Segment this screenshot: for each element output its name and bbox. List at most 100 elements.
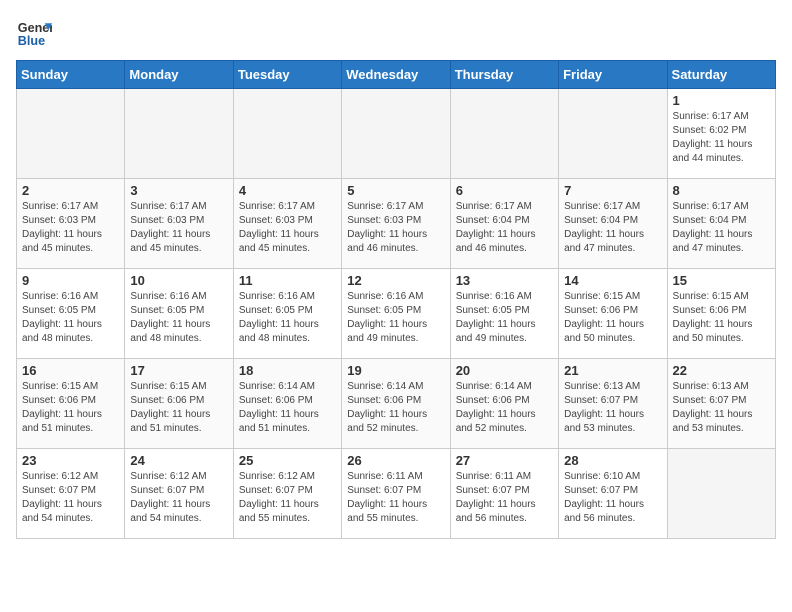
- calendar-table: SundayMondayTuesdayWednesdayThursdayFrid…: [16, 60, 776, 539]
- calendar-cell: 2 Sunrise: 6:17 AM Sunset: 6:03 PM Daylig…: [17, 179, 125, 269]
- calendar-cell: 18 Sunrise: 6:14 AM Sunset: 6:06 PM Dayli…: [233, 359, 341, 449]
- calendar-cell: 13 Sunrise: 6:16 AM Sunset: 6:05 PM Dayli…: [450, 269, 558, 359]
- day-number: 18: [239, 363, 336, 378]
- day-info: Sunrise: 6:14 AM Sunset: 6:06 PM Dayligh…: [347, 380, 444, 436]
- day-number: 9: [22, 273, 119, 288]
- day-info: Sunrise: 6:15 AM Sunset: 6:06 PM Dayligh…: [130, 380, 227, 436]
- day-info: Sunrise: 6:15 AM Sunset: 6:06 PM Dayligh…: [564, 290, 661, 346]
- day-number: 27: [456, 453, 553, 468]
- calendar-cell: 26 Sunrise: 6:11 AM Sunset: 6:07 PM Dayli…: [342, 449, 450, 539]
- weekday-header-wednesday: Wednesday: [342, 61, 450, 89]
- day-number: 1: [673, 93, 770, 108]
- calendar-cell: 24Sunrise: 6:12 AM Sunset: 6:07 PM Dayli…: [125, 449, 233, 539]
- calendar-cell: 7Sunrise: 6:17 AM Sunset: 6:04 PM Daylig…: [559, 179, 667, 269]
- day-number: 2: [22, 183, 119, 198]
- day-info: Sunrise: 6:14 AM Sunset: 6:06 PM Dayligh…: [239, 380, 336, 436]
- day-number: 6: [456, 183, 553, 198]
- day-info: Sunrise: 6:16 AM Sunset: 6:05 PM Dayligh…: [22, 290, 119, 346]
- calendar-cell: 14 Sunrise: 6:15 AM Sunset: 6:06 PM Dayli…: [559, 269, 667, 359]
- day-number: 8: [673, 183, 770, 198]
- calendar-cell: 19 Sunrise: 6:14 AM Sunset: 6:06 PM Dayli…: [342, 359, 450, 449]
- logo-icon: General Blue: [16, 16, 52, 52]
- week-row-1: 2 Sunrise: 6:17 AM Sunset: 6:03 PM Daylig…: [17, 179, 776, 269]
- calendar-cell: [342, 89, 450, 179]
- calendar-cell: [450, 89, 558, 179]
- calendar-cell: 11 Sunrise: 6:16 AM Sunset: 6:05 PM Dayli…: [233, 269, 341, 359]
- day-number: 17: [130, 363, 227, 378]
- day-number: 12: [347, 273, 444, 288]
- day-info: Sunrise: 6:16 AM Sunset: 6:05 PM Dayligh…: [239, 290, 336, 346]
- calendar-cell: [667, 449, 775, 539]
- day-info: Sunrise: 6:12 AM Sunset: 6:07 PM Dayligh…: [22, 470, 119, 526]
- day-number: 24: [130, 453, 227, 468]
- day-number: 19: [347, 363, 444, 378]
- logo: General Blue: [16, 16, 52, 52]
- week-row-4: 23 Sunrise: 6:12 AM Sunset: 6:07 PM Dayli…: [17, 449, 776, 539]
- day-info: Sunrise: 6:17 AM Sunset: 6:04 PM Dayligh…: [673, 200, 770, 256]
- calendar-cell: 28 Sunrise: 6:10 AM Sunset: 6:07 PM Dayli…: [559, 449, 667, 539]
- calendar-cell: 8 Sunrise: 6:17 AM Sunset: 6:04 PM Daylig…: [667, 179, 775, 269]
- day-info: Sunrise: 6:15 AM Sunset: 6:06 PM Dayligh…: [673, 290, 770, 346]
- calendar-cell: 22 Sunrise: 6:13 AM Sunset: 6:07 PM Dayli…: [667, 359, 775, 449]
- day-number: 14: [564, 273, 661, 288]
- svg-text:Blue: Blue: [18, 34, 45, 48]
- weekday-header-saturday: Saturday: [667, 61, 775, 89]
- calendar-cell: 21Sunrise: 6:13 AM Sunset: 6:07 PM Dayli…: [559, 359, 667, 449]
- day-info: Sunrise: 6:16 AM Sunset: 6:05 PM Dayligh…: [456, 290, 553, 346]
- weekday-header-sunday: Sunday: [17, 61, 125, 89]
- day-info: Sunrise: 6:17 AM Sunset: 6:03 PM Dayligh…: [239, 200, 336, 256]
- day-info: Sunrise: 6:11 AM Sunset: 6:07 PM Dayligh…: [456, 470, 553, 526]
- day-number: 10: [130, 273, 227, 288]
- calendar-cell: [233, 89, 341, 179]
- calendar-cell: 10 Sunrise: 6:16 AM Sunset: 6:05 PM Dayli…: [125, 269, 233, 359]
- day-number: 26: [347, 453, 444, 468]
- day-number: 11: [239, 273, 336, 288]
- day-info: Sunrise: 6:17 AM Sunset: 6:03 PM Dayligh…: [347, 200, 444, 256]
- day-number: 23: [22, 453, 119, 468]
- day-info: Sunrise: 6:11 AM Sunset: 6:07 PM Dayligh…: [347, 470, 444, 526]
- day-info: Sunrise: 6:13 AM Sunset: 6:07 PM Dayligh…: [564, 380, 661, 436]
- calendar-cell: [559, 89, 667, 179]
- day-number: 5: [347, 183, 444, 198]
- day-info: Sunrise: 6:14 AM Sunset: 6:06 PM Dayligh…: [456, 380, 553, 436]
- calendar-cell: 15 Sunrise: 6:15 AM Sunset: 6:06 PM Dayli…: [667, 269, 775, 359]
- calendar-cell: 9 Sunrise: 6:16 AM Sunset: 6:05 PM Daylig…: [17, 269, 125, 359]
- day-number: 28: [564, 453, 661, 468]
- day-info: Sunrise: 6:17 AM Sunset: 6:03 PM Dayligh…: [22, 200, 119, 256]
- day-info: Sunrise: 6:17 AM Sunset: 6:04 PM Dayligh…: [456, 200, 553, 256]
- calendar-cell: [125, 89, 233, 179]
- day-number: 7: [564, 183, 661, 198]
- calendar-cell: 23 Sunrise: 6:12 AM Sunset: 6:07 PM Dayli…: [17, 449, 125, 539]
- day-number: 25: [239, 453, 336, 468]
- calendar-cell: 25Sunrise: 6:12 AM Sunset: 6:07 PM Dayli…: [233, 449, 341, 539]
- weekday-header-monday: Monday: [125, 61, 233, 89]
- day-number: 13: [456, 273, 553, 288]
- week-row-0: 1 Sunrise: 6:17 AM Sunset: 6:02 PM Daylig…: [17, 89, 776, 179]
- calendar-cell: 3 Sunrise: 6:17 AM Sunset: 6:03 PM Daylig…: [125, 179, 233, 269]
- calendar-cell: 20 Sunrise: 6:14 AM Sunset: 6:06 PM Dayli…: [450, 359, 558, 449]
- day-number: 3: [130, 183, 227, 198]
- page-header: General Blue: [16, 16, 776, 52]
- day-info: Sunrise: 6:13 AM Sunset: 6:07 PM Dayligh…: [673, 380, 770, 436]
- calendar-cell: 6 Sunrise: 6:17 AM Sunset: 6:04 PM Daylig…: [450, 179, 558, 269]
- calendar-cell: 12 Sunrise: 6:16 AM Sunset: 6:05 PM Dayli…: [342, 269, 450, 359]
- day-info: Sunrise: 6:10 AM Sunset: 6:07 PM Dayligh…: [564, 470, 661, 526]
- day-info: Sunrise: 6:16 AM Sunset: 6:05 PM Dayligh…: [347, 290, 444, 346]
- calendar-cell: 1 Sunrise: 6:17 AM Sunset: 6:02 PM Daylig…: [667, 89, 775, 179]
- day-number: 16: [22, 363, 119, 378]
- day-number: 22: [673, 363, 770, 378]
- day-info: Sunrise: 6:17 AM Sunset: 6:03 PM Dayligh…: [130, 200, 227, 256]
- week-row-2: 9 Sunrise: 6:16 AM Sunset: 6:05 PM Daylig…: [17, 269, 776, 359]
- calendar-cell: 4 Sunrise: 6:17 AM Sunset: 6:03 PM Daylig…: [233, 179, 341, 269]
- calendar-cell: 27 Sunrise: 6:11 AM Sunset: 6:07 PM Dayli…: [450, 449, 558, 539]
- calendar-cell: 16Sunrise: 6:15 AM Sunset: 6:06 PM Dayli…: [17, 359, 125, 449]
- calendar-cell: 5 Sunrise: 6:17 AM Sunset: 6:03 PM Daylig…: [342, 179, 450, 269]
- day-number: 4: [239, 183, 336, 198]
- week-row-3: 16 Sunrise: 6:15 AM Sunset: 6:06 PM Dayli…: [17, 359, 776, 449]
- day-info: Sunrise: 6:16 AM Sunset: 6:05 PM Dayligh…: [130, 290, 227, 346]
- day-info: Sunrise: 6:17 AM Sunset: 6:02 PM Dayligh…: [673, 110, 770, 166]
- day-number: 20: [456, 363, 553, 378]
- weekday-header-friday: Friday: [559, 61, 667, 89]
- day-number: 15: [673, 273, 770, 288]
- weekday-header-thursday: Thursday: [450, 61, 558, 89]
